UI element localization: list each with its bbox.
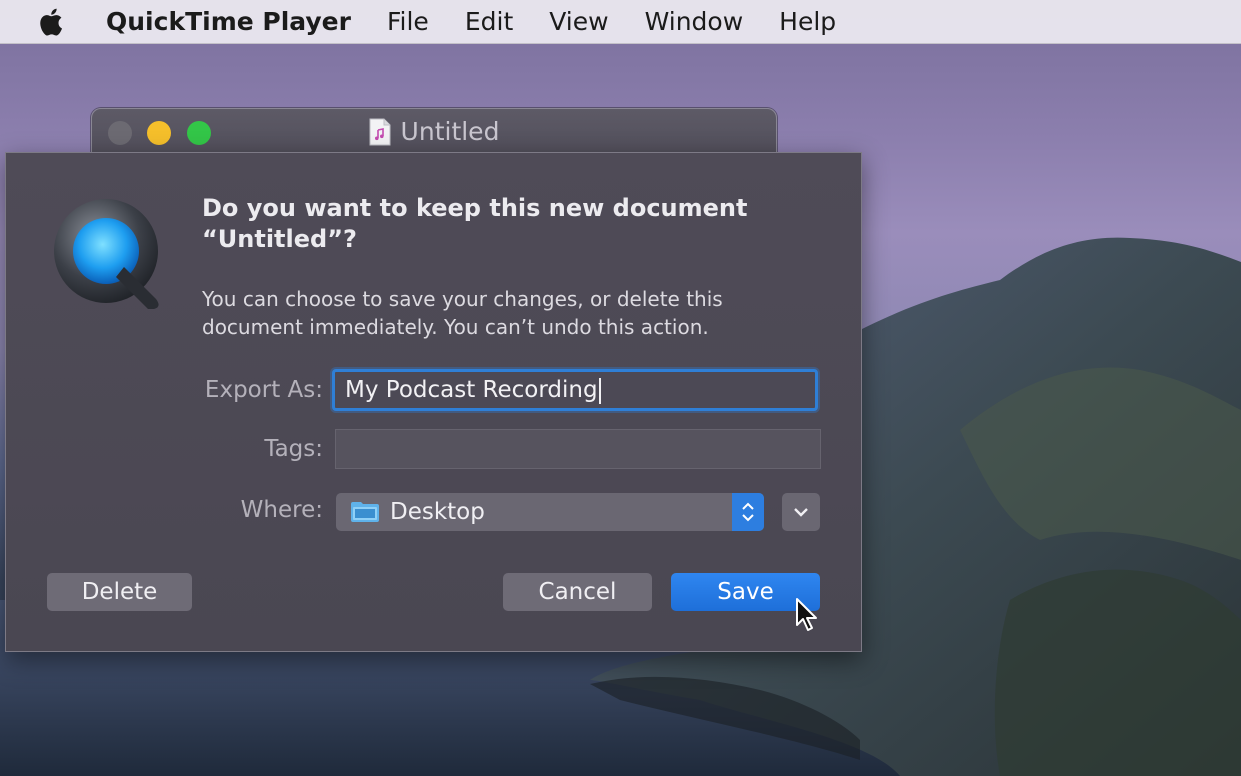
export-as-input[interactable]: My Podcast Recording [332,369,818,411]
text-caret [598,377,601,404]
menu-app-name[interactable]: QuickTime Player [106,7,351,36]
menu-view[interactable]: View [549,7,608,36]
dialog-title: Do you want to keep this new document “U… [202,194,748,253]
save-dialog: Do you want to keep this new document “U… [5,152,862,652]
tags-label: Tags: [264,436,323,462]
cancel-button[interactable]: Cancel [503,573,652,611]
expand-dialog-button[interactable] [782,493,820,531]
quicktime-logo [54,199,159,309]
where-label: Where: [240,497,323,523]
export-as-label: Export As: [204,377,323,403]
chevron-down-icon [794,508,808,517]
dialog-message: You can choose to save your changes, or … [202,287,723,339]
apple-icon[interactable] [38,6,68,38]
window-title-text: Untitled [400,117,500,146]
export-as-value: My Podcast Recording [345,377,598,403]
folder-icon [351,502,379,522]
menu-edit[interactable]: Edit [465,7,513,36]
menu-window[interactable]: Window [645,7,744,36]
menu-help[interactable]: Help [779,7,836,36]
menu-file[interactable]: File [387,7,429,36]
where-value: Desktop [390,499,485,525]
cursor-arrow-icon [796,598,817,631]
window-title: Untitled [92,117,776,146]
menu-bar: QuickTime Player File Edit View Window H… [0,0,1241,44]
tags-input[interactable] [335,429,821,469]
where-select[interactable]: Desktop [336,493,764,531]
audio-document-icon [369,118,391,145]
up-down-chevron-icon [732,493,764,531]
delete-button[interactable]: Delete [47,573,192,611]
